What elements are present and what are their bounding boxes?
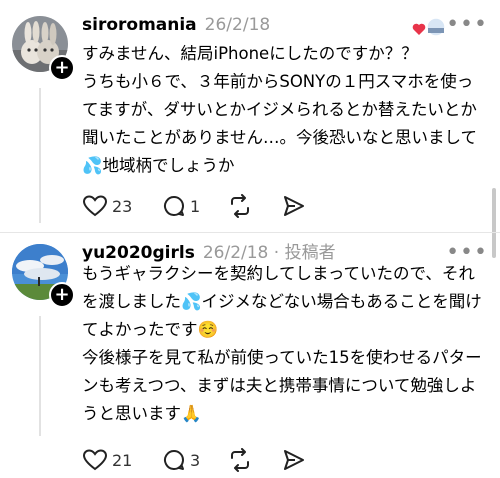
reply-count: 3 (190, 450, 201, 470)
heart-icon (82, 195, 108, 217)
post-body: すみません、結局iPhoneにしたのですか？？ うちも小６で、３年前からSONY… (82, 44, 478, 175)
reply-count: 1 (190, 196, 201, 216)
reply-post-2: + yu2020girls 26/2/18 · 投稿者 ••• もうギャラクシーを… (0, 236, 500, 478)
reply-post-1: + siroromania 26/2/18 ••• すみません、結局iPhoneに… (0, 0, 500, 240)
follow-plus-button[interactable]: + (49, 55, 75, 81)
repost-button[interactable] (228, 446, 252, 474)
send-icon (284, 450, 304, 470)
thread-line (39, 88, 41, 223)
reply-button[interactable]: 1 (162, 192, 200, 220)
post-body: もうギャラクシーを契約してしまっていたので、それを渡しました💦イジメなどない場合… (82, 264, 482, 423)
like-count: 23 (112, 196, 133, 216)
share-button[interactable] (282, 446, 306, 474)
like-count: 21 (112, 450, 133, 470)
like-button[interactable]: 21 (82, 446, 132, 474)
thread-line (39, 316, 41, 436)
like-button[interactable]: 23 (82, 192, 132, 220)
username[interactable]: siroromania (82, 15, 197, 35)
reply-button[interactable]: 3 (162, 446, 200, 474)
repost-icon (231, 448, 249, 472)
repost-icon (231, 194, 249, 218)
post-divider (0, 232, 500, 233)
post-meta: siroromania 26/2/18 (82, 14, 270, 36)
share-button[interactable] (282, 192, 306, 220)
repost-button[interactable] (228, 192, 252, 220)
follow-plus-button[interactable]: + (49, 282, 75, 308)
more-options-icon[interactable]: ••• (446, 12, 488, 37)
action-bar: 21 3 (82, 446, 342, 474)
action-bar: 23 1 (82, 192, 342, 220)
post-date: 26/2/18 (204, 15, 271, 35)
liked-by-author-icon (412, 17, 446, 37)
send-icon (284, 196, 304, 216)
comment-icon (164, 196, 185, 216)
comment-icon (164, 450, 185, 470)
heart-icon (82, 449, 108, 471)
